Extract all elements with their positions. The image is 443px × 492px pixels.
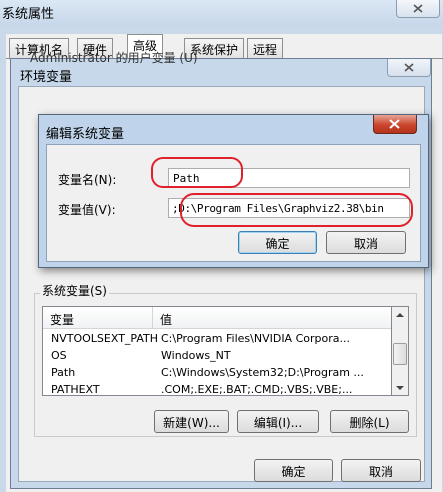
tab-remote[interactable]: 远程 <box>247 38 284 58</box>
variable-value: .COM;.EXE;.BAT;.CMD;.VBS;.VBE;... <box>161 383 353 396</box>
system-properties-titlebar: 系统属性 <box>0 0 443 26</box>
table-row[interactable]: PATHEXT .COM;.EXE;.BAT;.CMD;.VBS;.VBE;..… <box>43 382 391 396</box>
scroll-down-button[interactable] <box>392 380 408 396</box>
column-header-variable[interactable]: 变量 <box>43 307 153 329</box>
variable-value: Windows_NT <box>161 349 231 362</box>
variable-name: PATHEXT <box>51 383 100 396</box>
close-button[interactable] <box>387 59 431 77</box>
close-icon <box>413 4 423 13</box>
chevron-up-icon <box>396 313 404 317</box>
dialog-cancel-button[interactable]: 取消 <box>326 231 406 254</box>
close-button[interactable] <box>396 0 440 18</box>
close-icon <box>389 119 400 129</box>
variable-value: C:\Windows\System32;D:\Program ... <box>161 366 364 379</box>
table-row[interactable]: Path C:\Windows\System32;D:\Program ... <box>43 365 391 382</box>
system-variables-title: 系统变量(S) <box>40 282 109 299</box>
variable-value: C:\Program Files\NVIDIA Corpora... <box>161 332 350 345</box>
table-row[interactable]: NVTOOLSEXT_PATH C:\Program Files\NVIDIA … <box>43 331 391 348</box>
dialog-ok-button[interactable]: 确定 <box>238 231 317 254</box>
variable-name: Path <box>51 366 76 379</box>
variable-value-label: 变量值(V): <box>58 203 116 217</box>
window-title: 系统属性 <box>2 7 55 22</box>
user-variables-title: Administrator 的用户变量 (U) <box>30 51 198 65</box>
system-variables-table: 变量 值 NVTOOLSEXT_PATH C:\Program Files\NV… <box>42 306 392 396</box>
window-title: 环境变量 <box>20 70 73 85</box>
edit-system-variable-dialog: 编辑系统变量 变量名(N): 变量值(V): Path ;D:\Program … <box>38 114 429 268</box>
column-header-value[interactable]: 值 <box>153 307 391 329</box>
scroll-thumb[interactable] <box>393 343 407 365</box>
variable-name-label: 变量名(N): <box>58 173 117 187</box>
variable-name: NVTOOLSEXT_PATH <box>51 332 159 345</box>
close-icon <box>404 63 414 72</box>
scroll-up-button[interactable] <box>392 307 408 323</box>
variable-name: OS <box>51 349 67 362</box>
table-scrollbar[interactable] <box>392 306 409 396</box>
cancel-button[interactable]: 取消 <box>341 459 421 482</box>
edit-variable-button[interactable]: 编辑(I)... <box>237 410 319 433</box>
ok-button[interactable]: 确定 <box>254 459 333 482</box>
new-variable-button[interactable]: 新建(W)... <box>154 410 229 433</box>
table-row[interactable]: OS Windows_NT <box>43 348 391 365</box>
close-button[interactable] <box>373 115 417 134</box>
variable-value-input[interactable]: ;D:\Program Files\Graphviz2.38\bin <box>168 198 410 218</box>
variable-name-input[interactable]: Path <box>168 168 410 188</box>
chevron-down-icon <box>396 386 404 390</box>
dialog-title: 编辑系统变量 <box>46 127 125 142</box>
delete-variable-button[interactable]: 删除(L) <box>330 410 409 433</box>
